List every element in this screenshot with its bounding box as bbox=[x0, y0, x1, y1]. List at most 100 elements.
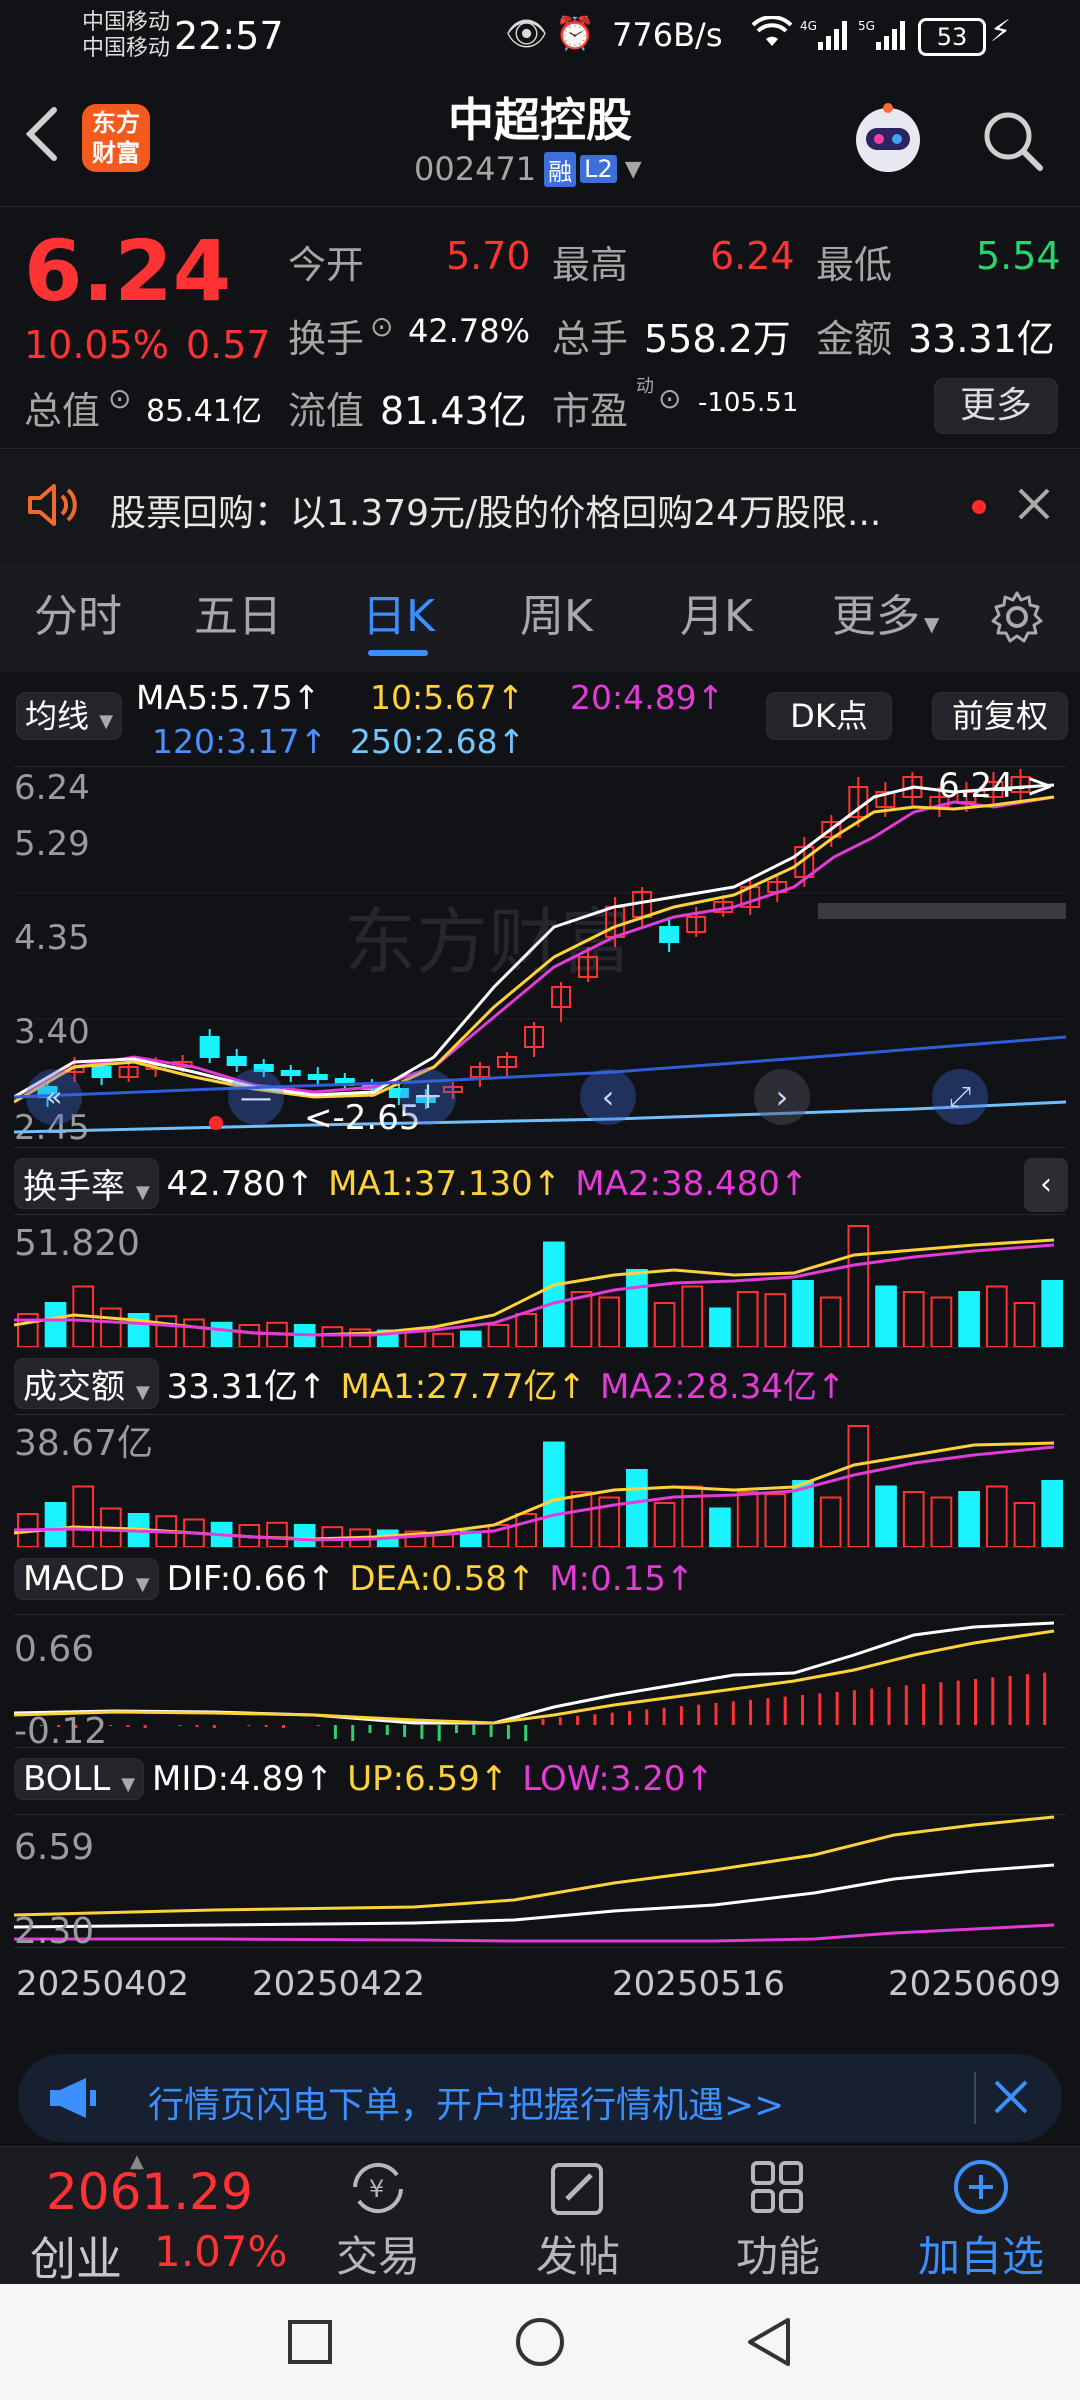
volume-bar bbox=[487, 1324, 510, 1348]
candle-body bbox=[226, 1056, 247, 1066]
tab-more-label: 更多 bbox=[832, 591, 920, 642]
tab-minute[interactable]: 分时 bbox=[34, 562, 122, 672]
caret-down-icon: ▼ bbox=[99, 711, 114, 732]
adjust-button[interactable]: 前复权 bbox=[932, 692, 1068, 740]
zoom-in-button[interactable]: ＋ bbox=[400, 1069, 456, 1125]
settings-button[interactable] bbox=[990, 590, 1044, 648]
tab-daily-k[interactable]: 日K bbox=[362, 562, 435, 672]
volume-bar bbox=[155, 1315, 178, 1348]
collapse-panel-button[interactable]: ‹ bbox=[1024, 1158, 1068, 1212]
status-bar: 中国移动 中国移动 22:57 👁 ⏰ 776B/s 4G 5G 53 ⚡ bbox=[0, 0, 1080, 74]
boll-chart: 6.59 2.30 bbox=[13, 1814, 1066, 1952]
info-icon[interactable]: ⊙ bbox=[370, 310, 393, 343]
search-icon bbox=[984, 112, 1043, 171]
volume-bar bbox=[626, 1269, 648, 1348]
amount-panel: 成交额 ▼ 33.31亿↑ MA1:27.77亿↑ MA2:28.34亿↑ 38… bbox=[0, 1350, 1080, 1550]
info-icon[interactable]: ⊙ bbox=[108, 382, 131, 415]
kline-chart[interactable]: 东方财富 6.24 5.29 4.35 3.40 2.45 6.24-> <-2… bbox=[13, 766, 1067, 1148]
zoom-out-button[interactable]: — bbox=[228, 1069, 284, 1125]
svg-text:5G: 5G bbox=[858, 19, 875, 33]
ma20-label: 20:4.89↑ bbox=[570, 678, 725, 717]
close-icon bbox=[994, 2080, 1028, 2114]
chart-next-button[interactable]: › bbox=[754, 1069, 810, 1125]
amount-ma1: MA1:27.77亿↑ bbox=[340, 1367, 586, 1407]
turnover-current: 42.780↑ bbox=[166, 1163, 315, 1204]
pe-label: 市盈 bbox=[552, 389, 629, 433]
search-button[interactable] bbox=[980, 108, 1046, 178]
boll-legend: BOLL ▼ MID:4.89↑ UP:6.59↑ LOW:3.20↑ bbox=[14, 1758, 714, 1800]
change-pct: 10.05% bbox=[24, 323, 169, 367]
trade-label: 交易 bbox=[335, 2232, 420, 2281]
volume-bar bbox=[985, 1485, 1008, 1548]
dk-button[interactable]: DK点 bbox=[766, 692, 892, 740]
alarm-icon: ⏰ bbox=[555, 14, 595, 52]
indicator-select[interactable]: 均线 ▼ bbox=[16, 692, 123, 740]
high-marker: 6.24-> bbox=[938, 767, 1054, 806]
tab-monthly-k[interactable]: 月K bbox=[680, 562, 753, 672]
trade-tab[interactable]: ¥ 交易 bbox=[318, 2157, 438, 2284]
home-button[interactable] bbox=[514, 2316, 566, 2372]
amount-legend: 成交额 ▼ 33.31亿↑ MA1:27.77亿↑ MA2:28.34亿↑ bbox=[14, 1358, 846, 1409]
volume-bar bbox=[764, 1493, 787, 1548]
chart-prev-button[interactable]: ‹ bbox=[580, 1069, 636, 1125]
level2-badge: L2 bbox=[580, 155, 617, 183]
volume-bar bbox=[515, 1513, 538, 1548]
bottom-bar: ▲ 2061.29 创业 1.07% ¥ 交易 发帖 功能 加自选 bbox=[0, 2146, 1080, 2286]
ad-banner[interactable]: 行情页闪电下单，开户把握行情机遇>> bbox=[18, 2054, 1062, 2142]
macd-select[interactable]: MACD ▼ bbox=[14, 1558, 159, 1600]
battery-icon: 53 bbox=[918, 18, 986, 56]
eye-icon: 👁 bbox=[505, 14, 549, 54]
y-label: 5.29 bbox=[14, 824, 90, 864]
volume-bar bbox=[902, 1491, 925, 1548]
turnover-ma1-line bbox=[13, 1238, 1055, 1337]
candle-body bbox=[280, 1070, 301, 1076]
fullscreen-button[interactable]: ⤢ bbox=[932, 1069, 988, 1125]
functions-tab[interactable]: 功能 bbox=[718, 2157, 838, 2284]
volume-bar bbox=[1013, 1302, 1036, 1348]
volume-label: 总手 bbox=[552, 317, 629, 361]
chevron-left-icon: ‹ bbox=[601, 1078, 615, 1116]
amount-value: 33.31亿 bbox=[908, 317, 1055, 361]
chart-move-left-button[interactable]: « bbox=[26, 1069, 82, 1125]
amount-select[interactable]: 成交额 ▼ bbox=[14, 1358, 159, 1409]
amount-ymax: 38.67亿 bbox=[14, 1423, 153, 1464]
volume-bar bbox=[432, 1332, 454, 1349]
system-nav-bar bbox=[0, 2284, 1080, 2400]
boll-select[interactable]: BOLL ▼ bbox=[14, 1758, 145, 1800]
notice-bar[interactable]: 股票回购：以1.379元/股的价格回购24万股限... bbox=[0, 450, 1080, 562]
add-watchlist-label: 加自选 bbox=[917, 2232, 1044, 2281]
volume-bar bbox=[958, 1491, 980, 1548]
tab-five-day[interactable]: 五日 bbox=[194, 562, 282, 672]
y-label: 4.35 bbox=[14, 918, 90, 958]
index-value: 2061.29 bbox=[46, 2163, 253, 2221]
amount-ma1-line bbox=[13, 1441, 1055, 1541]
recents-button[interactable] bbox=[286, 2318, 334, 2370]
more-button[interactable]: 更多 bbox=[934, 378, 1058, 434]
volume-bar bbox=[626, 1469, 648, 1548]
plus-circle-icon bbox=[954, 2160, 1008, 2214]
y-label-high: 6.24 bbox=[14, 768, 90, 808]
tab-weekly-k[interactable]: 周K bbox=[520, 562, 593, 672]
volume-bar bbox=[847, 1425, 870, 1548]
ad-close-button[interactable] bbox=[992, 2078, 1030, 2120]
post-tab[interactable]: 发帖 bbox=[518, 2157, 638, 2284]
turnover-select[interactable]: 换手率 ▼ bbox=[14, 1158, 159, 1209]
tab-more[interactable]: 更多 ▼ bbox=[832, 562, 939, 672]
robot-assistant-icon[interactable] bbox=[848, 98, 928, 178]
volume-bar bbox=[902, 1291, 925, 1348]
close-notice-button[interactable] bbox=[1016, 486, 1052, 526]
volume-bar bbox=[709, 1307, 731, 1348]
carrier-2: 中国移动 bbox=[82, 36, 171, 61]
turnover-chart: 51.820 bbox=[13, 1214, 1066, 1349]
info-icon[interactable]: ⊙ bbox=[658, 382, 681, 415]
system-back-button[interactable] bbox=[744, 2316, 794, 2372]
volume-bar bbox=[736, 1291, 759, 1348]
stock-code: 002471 bbox=[414, 150, 537, 188]
edit-icon bbox=[551, 2163, 603, 2215]
add-watchlist-tab[interactable]: 加自选 bbox=[906, 2157, 1056, 2284]
ma250-label: 250:2.68↑ bbox=[350, 722, 526, 761]
volume-bar bbox=[72, 1485, 95, 1548]
candle-body bbox=[659, 926, 680, 943]
stock-code-row[interactable]: 002471 融 L2 ▼ bbox=[414, 150, 642, 188]
index-ticker[interactable]: ▲ 2061.29 创业 1.07% bbox=[0, 2147, 290, 2286]
